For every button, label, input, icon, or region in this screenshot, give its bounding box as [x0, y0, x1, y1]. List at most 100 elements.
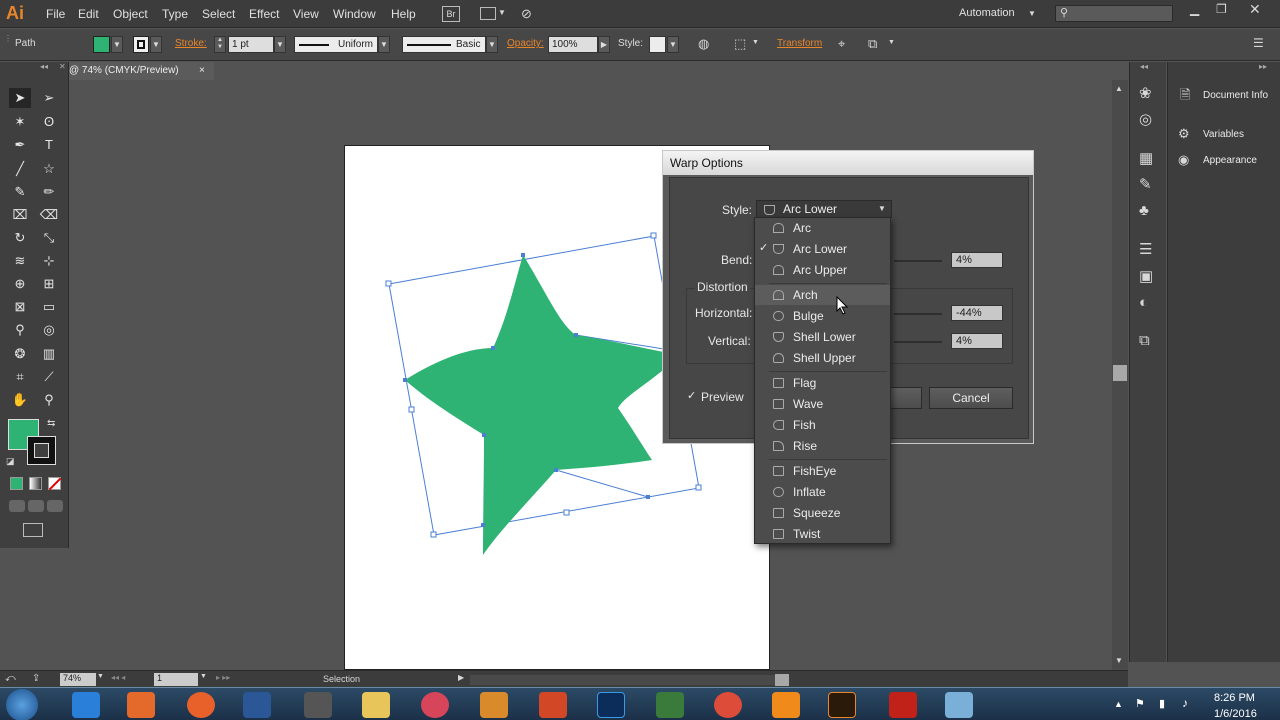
menu-object[interactable]: Object	[113, 7, 148, 21]
menu-edit[interactable]: Edit	[78, 7, 99, 21]
vlc-icon[interactable]	[772, 692, 800, 718]
recolor-artwork-icon[interactable]: ◍	[698, 36, 709, 52]
close-button[interactable]: ✕	[1249, 1, 1261, 18]
internet-explorer-icon[interactable]	[72, 692, 100, 718]
scale-tool-icon[interactable]: ⤡	[38, 228, 60, 248]
artboard-tool-icon[interactable]: ⌗	[9, 367, 31, 387]
close-tab-icon[interactable]: ×	[199, 65, 205, 76]
first-artboard-icon[interactable]: ◂◂ ◂	[111, 673, 125, 682]
chevron-down-icon[interactable]: ▼	[498, 8, 506, 17]
preview-checkbox[interactable]: ✓	[687, 389, 696, 402]
slice-tool-icon[interactable]: ⟋	[38, 367, 60, 387]
zoom-level-input[interactable]: 74%	[60, 673, 96, 686]
menu-window[interactable]: Window	[333, 7, 376, 21]
restore-button[interactable]: ❐	[1216, 2, 1227, 16]
selection-tool-icon[interactable]: ➤	[9, 88, 31, 108]
isolate-icon[interactable]: ⌖	[838, 36, 845, 52]
menu-select[interactable]: Select	[202, 7, 235, 21]
cancel-button[interactable]: Cancel	[929, 387, 1013, 409]
panel-document-info[interactable]: Document Info	[1203, 90, 1268, 101]
transparency-icon[interactable]: ◐	[1139, 294, 1148, 311]
rotate-view-icon[interactable]: ⤺	[5, 673, 16, 684]
symbols-icon[interactable]: ♣	[1139, 202, 1149, 219]
dd-item-arc-lower[interactable]: ✓ Arc Lower	[755, 239, 890, 259]
draw-behind-icon[interactable]	[28, 500, 44, 512]
menu-view[interactable]: View	[293, 7, 319, 21]
next-artboard-icon[interactable]: ▸ ▸▸	[216, 673, 230, 682]
powerpoint-icon[interactable]	[539, 692, 567, 718]
warp-tool-icon[interactable]: ≋	[9, 251, 31, 271]
horizontal-input[interactable]: -44%	[951, 305, 1003, 321]
gpu-icon[interactable]: ⊘	[521, 6, 532, 22]
search-input[interactable]: ⚲	[1055, 5, 1173, 22]
draw-normal-icon[interactable]	[9, 500, 25, 512]
vertical-scrollbar[interactable]: ▲ ▼	[1112, 80, 1128, 670]
scroll-up-icon[interactable]: ▲	[1115, 84, 1123, 93]
collapse-icon[interactable]: ◂◂	[40, 62, 48, 71]
acrobat-icon[interactable]	[889, 692, 917, 718]
dd-item-fisheye[interactable]: FishEye	[755, 461, 890, 481]
gradient-panel-icon[interactable]: ▣	[1139, 267, 1153, 285]
stroke-stepper[interactable]: ▲ ▼	[214, 36, 226, 53]
stroke-label[interactable]: Stroke:	[175, 38, 207, 49]
dd-item-shell-upper[interactable]: Shell Upper	[755, 348, 890, 368]
stroke-swatch[interactable]	[133, 36, 149, 53]
brush-definition[interactable]: Basic	[402, 36, 486, 53]
star-tool-icon[interactable]: ☆	[38, 159, 60, 179]
chevron-down-icon[interactable]: ▼	[200, 673, 207, 680]
lasso-tool-icon[interactable]: ʘ	[38, 112, 60, 132]
free-transform-tool-icon[interactable]: ⊹	[38, 251, 60, 271]
dd-item-arc-upper[interactable]: Arc Upper	[755, 260, 890, 280]
color-mode-icon[interactable]	[10, 477, 23, 490]
collapse-icon[interactable]: ◂◂	[1140, 62, 1148, 71]
illustrator-icon[interactable]	[828, 692, 856, 718]
star-shape[interactable]	[405, 255, 680, 555]
minimize-button[interactable]: ▁	[1190, 2, 1199, 16]
menu-help[interactable]: Help	[391, 7, 416, 21]
start-button[interactable]	[6, 689, 38, 720]
shape-builder-tool-icon[interactable]: ⊕	[9, 274, 31, 294]
vertical-input[interactable]: 4%	[951, 333, 1003, 349]
app-icon[interactable]	[656, 692, 684, 718]
align-icon[interactable]: ⬚	[734, 36, 746, 52]
horizontal-scrollbar[interactable]	[470, 674, 789, 686]
swatches-icon[interactable]: ▦	[1139, 149, 1153, 167]
volume-icon[interactable]: ♪	[1182, 696, 1188, 710]
artboard-number-input[interactable]: 1	[154, 673, 198, 686]
blend-tool-icon[interactable]: ◎	[38, 320, 60, 340]
network-icon[interactable]: ▮	[1159, 697, 1165, 710]
rotate-tool-icon[interactable]: ↻	[9, 228, 31, 248]
dialog-title[interactable]: Warp Options	[663, 151, 1033, 175]
menu-effect[interactable]: Effect	[249, 7, 279, 21]
dd-item-arch[interactable]: Arch	[755, 285, 890, 305]
eyedropper-tool-icon[interactable]: ⚲	[9, 320, 31, 340]
brush-dropdown[interactable]: ▼	[486, 36, 498, 53]
chrome-icon[interactable]	[714, 692, 742, 718]
type-tool-icon[interactable]: T	[38, 135, 60, 155]
share-icon[interactable]: ⇪	[32, 673, 40, 684]
fill-swatch[interactable]	[93, 36, 110, 53]
fill-dropdown[interactable]: ▼	[111, 36, 123, 53]
mesh-tool-icon[interactable]: ⊠	[9, 297, 31, 317]
hand-tool-icon[interactable]: ✋	[9, 390, 31, 410]
stroke-weight-input[interactable]: 1 pt	[228, 36, 274, 53]
panel-appearance[interactable]: Appearance	[1203, 155, 1257, 166]
dd-item-arc[interactable]: Arc	[755, 218, 890, 238]
dd-item-wave[interactable]: Wave	[755, 394, 890, 414]
clock-time[interactable]: 8:26 PM	[1214, 692, 1255, 704]
paintbrush-tool-icon[interactable]: ✎	[9, 182, 31, 202]
stroke-panel-icon[interactable]: ☰	[1139, 240, 1152, 258]
dd-item-rise[interactable]: Rise	[755, 436, 890, 456]
column-graph-tool-icon[interactable]: ▥	[38, 344, 60, 364]
file-explorer-icon[interactable]	[362, 692, 390, 718]
screen-mode-icon[interactable]	[23, 523, 43, 537]
export-icon[interactable]: ⧉	[1139, 332, 1150, 349]
scroll-down-icon[interactable]: ▼	[1115, 656, 1123, 665]
bend-slider[interactable]	[894, 260, 942, 262]
symbol-sprayer-tool-icon[interactable]: ❂	[9, 344, 31, 364]
panel-variables[interactable]: Variables	[1203, 129, 1244, 140]
opacity-input[interactable]: 100%	[548, 36, 598, 53]
bend-input[interactable]: 4%	[951, 252, 1003, 268]
stroke-color-swatch[interactable]	[27, 436, 56, 465]
pen-tool-icon[interactable]: ✒	[9, 135, 31, 155]
